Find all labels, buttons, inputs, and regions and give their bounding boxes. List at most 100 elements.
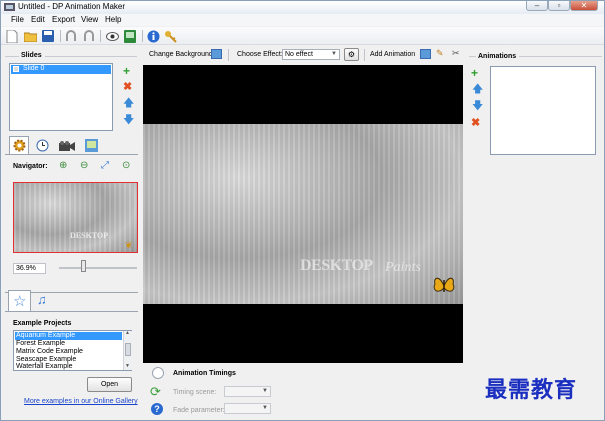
list-scrollbar[interactable]: ▲ ▼ — [123, 330, 132, 370]
online-gallery-link[interactable]: More examples in our Online Gallery — [24, 398, 138, 405]
zoom-slider-thumb[interactable] — [80, 260, 86, 272]
close-button[interactable]: ✕ — [570, 1, 598, 11]
slides-list[interactable]: Slide 0 — [9, 63, 113, 131]
tab-settings[interactable] — [9, 136, 29, 154]
zoom-value[interactable]: 36.9% — [13, 263, 46, 274]
divider — [228, 49, 229, 61]
canvas-controls: Change Background Choose Effect: No effe… — [144, 46, 469, 64]
minimize-button[interactable]: – — [526, 1, 548, 11]
up-arrow-icon[interactable]: 🡅 — [123, 98, 134, 109]
open-button[interactable]: Open — [87, 377, 132, 392]
example-item: Waterfall Example — [16, 363, 73, 370]
example-item: Seascape Example — [16, 356, 77, 363]
list-item[interactable]: Forest Example — [15, 340, 122, 348]
export-icon[interactable] — [123, 29, 137, 43]
plus-icon[interactable]: + — [471, 67, 481, 79]
toolbar-separator — [60, 30, 61, 42]
tab-image[interactable] — [83, 138, 101, 154]
fade-parameter-label: Fade parameter: — [173, 407, 225, 414]
chevron-down-icon: ▼ — [262, 388, 268, 394]
chevron-down-icon: ▼ — [262, 405, 268, 411]
effect-value: No effect — [285, 51, 313, 58]
divider — [5, 56, 19, 57]
watermark-text: DESKTOP — [300, 257, 373, 274]
menu-view[interactable]: View — [81, 15, 98, 24]
change-background-icon[interactable] — [211, 49, 222, 59]
tab-timing[interactable] — [34, 138, 52, 154]
save-icon[interactable] — [41, 29, 55, 43]
effect-settings-button[interactable]: ⚙ — [344, 48, 359, 61]
animation-canvas[interactable]: DESKTOP Paints — [143, 65, 463, 363]
menu-file[interactable]: File — [11, 15, 24, 24]
menu-export[interactable]: Export — [52, 15, 75, 24]
scrollbar-thumb[interactable] — [125, 343, 131, 356]
list-item[interactable]: Slide 0 — [11, 65, 111, 74]
list-item[interactable]: Waterfall Example — [15, 363, 122, 371]
timing-scene-select[interactable]: ▼ — [224, 386, 271, 397]
right-panel: Animations + 🡅 🡇 ✖ — [469, 46, 604, 420]
navigator-preview[interactable]: DESKTOP ❦ — [13, 182, 138, 253]
effect-select[interactable]: No effect ▼ — [282, 49, 340, 60]
animations-list[interactable] — [490, 66, 596, 155]
menu-edit[interactable]: Edit — [31, 15, 45, 24]
fade-parameter-select[interactable]: ▼ — [224, 403, 271, 414]
add-animation-icon[interactable] — [420, 49, 431, 59]
example-item: Aquarium Example — [16, 332, 76, 339]
menu-bar: File Edit Export View Help — [1, 14, 604, 26]
timings-title: Animation Timings — [173, 370, 236, 377]
watermark-script: Paints — [385, 260, 421, 275]
toolbar-separator — [142, 30, 143, 42]
zoom-in-icon[interactable]: ⊕ — [59, 160, 67, 171]
overlay-watermark: 最需教育 — [485, 377, 578, 403]
tab-camera[interactable] — [57, 138, 77, 154]
scissors-icon[interactable]: ✂ — [452, 48, 460, 59]
app-icon — [4, 3, 15, 11]
info-icon[interactable] — [146, 29, 160, 43]
list-item[interactable]: Matrix Code Example — [15, 348, 122, 356]
pencil-icon[interactable]: ✎ — [436, 48, 444, 59]
example-projects-title: Example Projects — [13, 320, 72, 327]
scroll-down-icon[interactable]: ▼ — [125, 363, 130, 369]
delete-icon[interactable]: ✖ — [471, 118, 481, 129]
menu-help[interactable]: Help — [105, 15, 121, 24]
fit-icon[interactable]: ⤢ — [101, 160, 109, 171]
example-projects-list[interactable]: Aquarium Example Forest Example Matrix C… — [13, 330, 132, 371]
zoom-slider-track[interactable] — [59, 267, 137, 269]
up-arrow-icon[interactable]: 🡅 — [472, 84, 483, 95]
new-icon[interactable] — [5, 29, 19, 43]
divider — [364, 49, 365, 61]
change-background-label[interactable]: Change Background — [149, 51, 213, 58]
window-title: Untitled - DP Animation Maker — [18, 2, 126, 11]
clock-icon — [36, 139, 49, 152]
down-arrow-icon[interactable]: 🡇 — [123, 115, 134, 126]
add-animation-label[interactable]: Add Animation — [370, 51, 415, 58]
toolbar — [1, 27, 604, 45]
down-arrow-icon[interactable]: 🡇 — [472, 101, 483, 112]
help-icon[interactable]: ? — [151, 403, 163, 415]
navigator-label: Navigator: — [13, 163, 48, 170]
butterfly-icon[interactable] — [433, 276, 455, 296]
undo-icon[interactable] — [64, 29, 78, 43]
divider — [5, 154, 138, 155]
scroll-up-icon[interactable]: ▲ — [125, 330, 130, 336]
list-item[interactable]: Aquarium Example — [15, 332, 122, 340]
tab-examples[interactable]: ☆ — [8, 290, 31, 312]
preview-icon[interactable] — [105, 29, 119, 43]
star-icon: ☆ — [13, 293, 27, 310]
tab-music[interactable]: ♫ — [35, 292, 53, 310]
timer-icon — [152, 367, 164, 379]
refresh-icon[interactable]: ⟳ — [150, 384, 161, 400]
zoom-out-icon[interactable]: ⊖ — [80, 160, 88, 171]
maximize-button[interactable]: ▫ — [548, 1, 570, 11]
plus-icon[interactable]: + — [123, 65, 133, 77]
example-item: Forest Example — [16, 340, 66, 347]
timing-scene-label: Timing scene: — [173, 389, 217, 396]
animation-timings-panel: Animation Timings ⟳ Timing scene: ▼ ? Fa… — [144, 363, 469, 420]
open-icon[interactable] — [23, 29, 37, 43]
animations-title: Animations — [478, 53, 517, 60]
redo-icon[interactable] — [82, 29, 96, 43]
delete-icon[interactable]: ✖ — [123, 82, 133, 93]
key-icon[interactable] — [163, 29, 177, 43]
zoom-reset-icon[interactable]: ⊙ — [122, 160, 130, 171]
background-image: DESKTOP Paints — [143, 124, 463, 304]
